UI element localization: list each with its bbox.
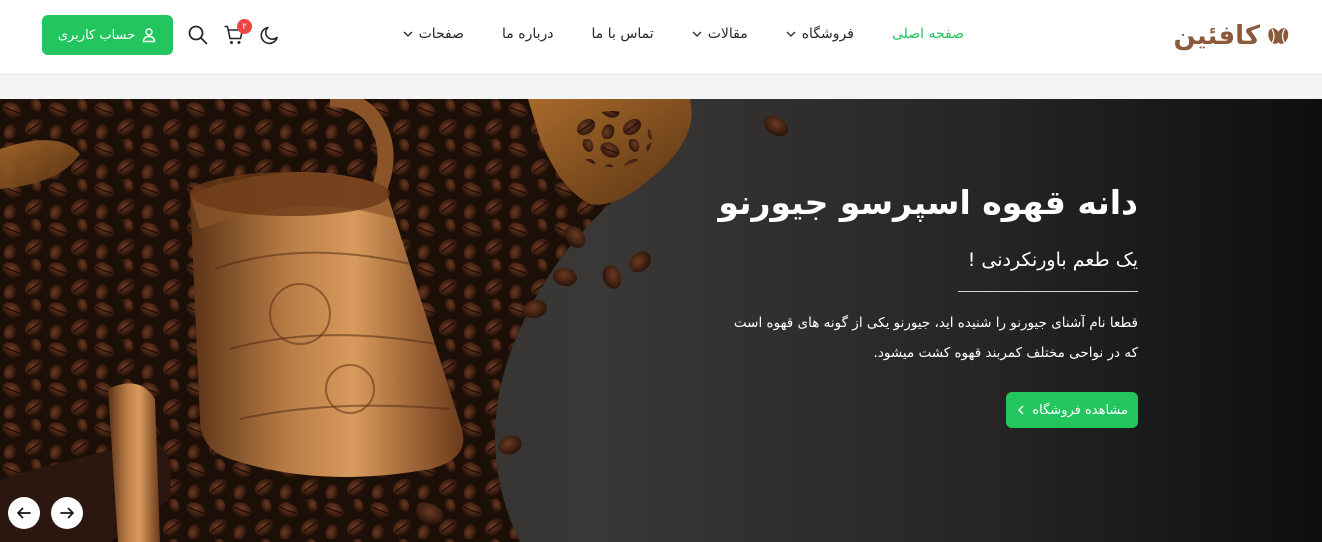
view-shop-label: مشاهده فروشگاه xyxy=(1032,402,1128,418)
hero-description: قطعا نام آشنای جیورنو را شنیده اید، جیور… xyxy=(688,308,1138,368)
hero-slider: دانه قهوه اسپرسو جیورنو یک طعم باورنکردن… xyxy=(0,99,1322,542)
chevron-down-icon xyxy=(403,31,413,37)
nav-item-pages[interactable]: صفحات xyxy=(403,26,464,42)
cart-count-badge: ۲ xyxy=(237,19,252,34)
chevron-down-icon xyxy=(692,31,702,37)
arrow-right-icon xyxy=(60,507,74,519)
search-button[interactable] xyxy=(186,23,210,47)
theme-toggle-button[interactable] xyxy=(258,23,282,47)
hero-subtitle: یک طعم باورنکردنی ! xyxy=(967,249,1138,271)
logo[interactable]: کافئین xyxy=(1173,18,1290,54)
site-header: کافئین صفحه اصلی فروشگاه مقالات تماس با … xyxy=(0,0,1322,75)
coffee-bean-logo-icon xyxy=(1268,28,1289,44)
nav-label: درباره ما xyxy=(502,26,554,42)
nav-label: مقالات xyxy=(707,26,748,42)
nav-label: صفحات xyxy=(418,26,465,42)
main-nav: صفحه اصلی فروشگاه مقالات تماس با ما دربا… xyxy=(365,26,964,42)
cart-button[interactable]: ۲ xyxy=(222,19,252,47)
nav-label: تماس با ما xyxy=(591,26,654,42)
user-icon xyxy=(142,28,156,43)
chevron-down-icon xyxy=(786,31,796,37)
chevron-left-icon xyxy=(1018,405,1024,415)
nav-label: فروشگاه xyxy=(801,26,854,42)
arrow-left-icon xyxy=(17,507,31,519)
account-label: حساب کاربری xyxy=(57,27,136,43)
hero-content: دانه قهوه اسپرسو جیورنو یک طعم باورنکردن… xyxy=(688,181,1138,428)
view-shop-button[interactable]: مشاهده فروشگاه xyxy=(1006,392,1138,428)
header-actions: حساب کاربری ۲ xyxy=(42,15,282,55)
slider-next-button[interactable] xyxy=(51,497,83,529)
nav-item-about[interactable]: درباره ما xyxy=(502,26,553,42)
moon-icon xyxy=(260,26,278,45)
nav-item-contact[interactable]: تماس با ما xyxy=(592,26,654,42)
account-button[interactable]: حساب کاربری xyxy=(42,15,173,55)
nav-item-home[interactable]: صفحه اصلی xyxy=(892,26,964,42)
logo-text: کافئین xyxy=(1173,21,1260,51)
slider-prev-button[interactable] xyxy=(8,497,40,529)
hero-divider xyxy=(958,291,1138,292)
search-icon xyxy=(188,25,208,45)
nav-label: صفحه اصلی xyxy=(891,26,964,42)
hero-description-line: قطعا نام آشنای جیورنو را شنیده اید، جیور… xyxy=(733,315,1138,331)
hero-title: دانه قهوه اسپرسو جیورنو xyxy=(718,183,1138,222)
hero-description-line: که در نواحی مختلف کمربند قهوه کشت میشود. xyxy=(873,345,1138,361)
nav-item-shop[interactable]: فروشگاه xyxy=(786,26,854,42)
nav-item-articles[interactable]: مقالات xyxy=(692,26,748,42)
